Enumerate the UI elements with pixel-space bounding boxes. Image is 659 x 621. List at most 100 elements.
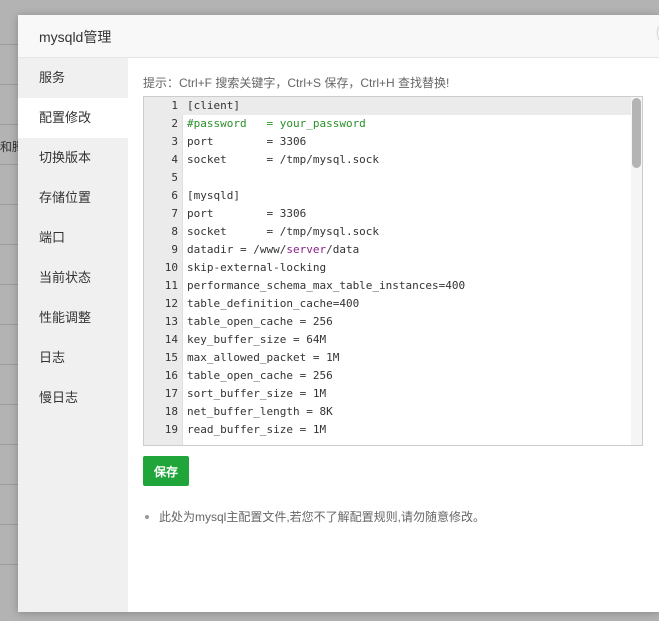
line-number: 5 (171, 171, 178, 184)
sidebar-item-status[interactable]: 当前状态 (18, 258, 128, 298)
code-text: skip-external-locking (187, 261, 327, 274)
line-number: 8 (171, 225, 178, 238)
code-line: 5 (144, 169, 632, 187)
code-line: 11 performance_schema_max_table_instances… (144, 277, 632, 295)
code-line: 6 [mysqld] (144, 187, 632, 205)
code-lines: 1 [client] 2 #password = your_password 3 po… (144, 97, 632, 439)
code-text: net_buffer_length = 8K (187, 405, 333, 418)
sidebar-item-log[interactable]: 日志 (18, 338, 128, 378)
sidebar: 服务 配置修改 切换版本 存储位置 端口 当前状态 性能调整 日志 慢日志 (18, 58, 128, 612)
line-number: 14 (164, 333, 178, 346)
code-text: port = 3306 (187, 207, 307, 220)
line-number: 19 (164, 423, 178, 436)
code-line: 7 port = 3306 (144, 205, 632, 223)
config-editor[interactable]: 1 [client] 2 #password = your_password 3 po… (143, 96, 643, 446)
mysqld-dialog: mysqld管理 × 服务 配置修改 切换版本 存储位置 端口 当前状态 性能调… (18, 15, 659, 612)
background-divider (0, 204, 18, 205)
background-divider (0, 164, 18, 165)
code-line: 18 net_buffer_length = 8K (144, 403, 632, 421)
bullet-icon (145, 514, 149, 519)
sidebar-item-label: 当前状态 (39, 270, 92, 285)
background-partial-text: 和腾 (0, 140, 18, 154)
shortcut-hint: 提示：Ctrl+F 搜索关键字，Ctrl+S 保存，Ctrl+H 查找替换! (143, 76, 450, 90)
line-number: 7 (171, 207, 178, 220)
line-number: 4 (171, 153, 178, 166)
background-divider (0, 564, 18, 565)
code-text: read_buffer_size = 1M (187, 423, 327, 436)
sidebar-item-storage[interactable]: 存储位置 (18, 178, 128, 218)
code-text: table_open_cache = 256 (187, 369, 333, 382)
sidebar-item-port[interactable]: 端口 (18, 218, 128, 258)
background-divider (0, 44, 18, 45)
line-number: 10 (164, 261, 178, 274)
line-number: 12 (164, 297, 178, 310)
line-number: 16 (164, 369, 178, 382)
sidebar-item-label: 端口 (39, 230, 66, 245)
code-line: 16 table_open_cache = 256 (144, 367, 632, 385)
code-comment: #password = your_password (187, 117, 366, 130)
code-line: 2 #password = your_password (144, 115, 632, 133)
code-line: 15 max_allowed_packet = 1M (144, 349, 632, 367)
code-text: socket = /tmp/mysql.sock (187, 225, 380, 238)
code-text: [client] (187, 99, 240, 112)
code-line: 13 table_open_cache = 256 (144, 313, 632, 331)
sidebar-item-version[interactable]: 切换版本 (18, 138, 128, 178)
background-divider (0, 524, 18, 525)
code-text: socket = /tmp/mysql.sock (187, 153, 380, 166)
sidebar-item-slow-log[interactable]: 慢日志 (18, 378, 128, 418)
background-divider (0, 324, 18, 325)
background-divider (0, 124, 18, 125)
code-text: table_open_cache = 256 (187, 315, 333, 328)
save-button[interactable]: 保存 (143, 456, 189, 486)
background-divider (0, 84, 18, 85)
code-line: 10 skip-external-locking (144, 259, 632, 277)
sidebar-item-label: 性能调整 (39, 310, 92, 325)
sidebar-item-performance[interactable]: 性能调整 (18, 298, 128, 338)
code-keyword: server (286, 243, 327, 256)
sidebar-item-label: 服务 (39, 70, 66, 85)
code-line: 3 port = 3306 (144, 133, 632, 151)
background-divider (0, 484, 18, 485)
config-panel: 提示：Ctrl+F 搜索关键字，Ctrl+S 保存，Ctrl+H 查找替换! 1… (143, 58, 643, 524)
line-number: 6 (171, 189, 178, 202)
code-text: [mysqld] (187, 189, 240, 202)
code-line: 4 socket = /tmp/mysql.sock (144, 151, 632, 169)
code-line: 17 sort_buffer_size = 1M (144, 385, 632, 403)
sidebar-item-config[interactable]: 配置修改 (18, 98, 128, 138)
line-number: 2 (171, 117, 178, 130)
background-divider (0, 444, 18, 445)
code-line: 14 key_buffer_size = 64M (144, 331, 632, 349)
sidebar-item-service[interactable]: 服务 (18, 58, 128, 98)
editor-scrollbar[interactable] (631, 97, 642, 445)
code-text: key_buffer_size = 64M (187, 333, 327, 346)
sidebar-item-label: 存储位置 (39, 190, 92, 205)
line-number: 1 (171, 99, 178, 112)
code-text: datadir = /www/server/data (187, 241, 359, 259)
line-number: 11 (164, 279, 178, 292)
dialog-title: mysqld管理 (39, 29, 112, 45)
code-line: 19 read_buffer_size = 1M (144, 421, 632, 439)
code-text: max_allowed_packet = 1M (187, 351, 340, 364)
dialog-header: mysqld管理 (18, 15, 659, 58)
line-number: 9 (171, 243, 178, 256)
scrollbar-thumb[interactable] (632, 98, 641, 168)
sidebar-item-label: 配置修改 (39, 110, 92, 125)
sidebar-item-label: 日志 (39, 350, 66, 365)
code-text: port = 3306 (187, 135, 307, 148)
config-note: 此处为mysql主配置文件,若您不了解配置规则,请勿随意修改。 (143, 508, 485, 525)
line-number: 17 (164, 387, 178, 400)
sidebar-item-label: 慢日志 (39, 390, 79, 405)
code-text: performance_schema_max_table_instances=4… (187, 279, 466, 292)
sidebar-item-label: 切换版本 (39, 150, 92, 165)
background-divider (0, 244, 18, 245)
code-line: 12 table_definition_cache=400 (144, 295, 632, 313)
code-line: 1 [client] (144, 97, 632, 115)
config-note-text: 此处为mysql主配置文件,若您不了解配置规则,请勿随意修改。 (159, 510, 486, 524)
code-line: 8 socket = /tmp/mysql.sock (144, 223, 632, 241)
code-text: sort_buffer_size = 1M (187, 387, 327, 400)
code-text: table_definition_cache=400 (187, 297, 360, 310)
line-number: 13 (164, 315, 178, 328)
line-number: 15 (164, 351, 178, 364)
code-segment: /data (326, 243, 360, 256)
line-number: 3 (171, 135, 178, 148)
